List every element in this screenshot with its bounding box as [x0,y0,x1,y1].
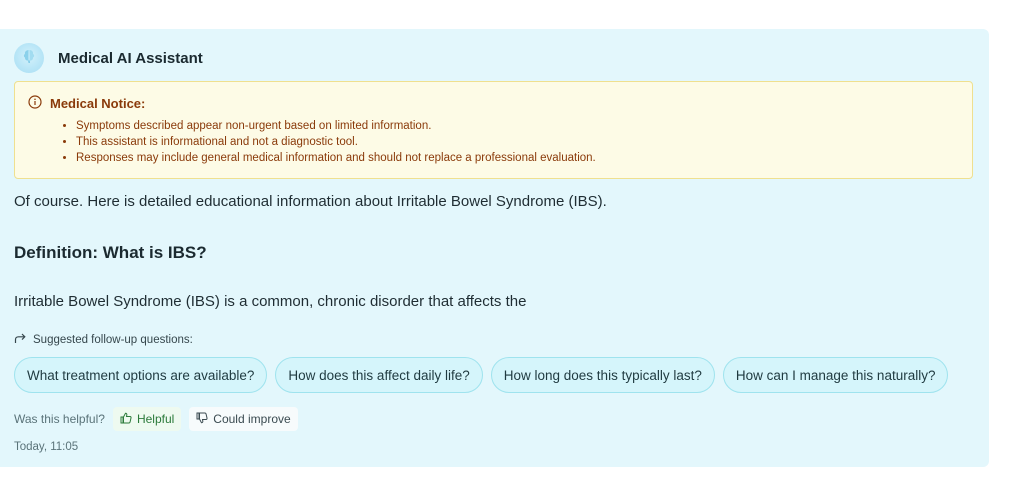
followup-chip-treatment[interactable]: What treatment options are available? [14,357,268,393]
notice-item: This assistant is informational and not … [76,134,958,150]
could-improve-button[interactable]: Could improve [189,407,298,431]
assistant-avatar [14,43,44,73]
notice-title: Medical Notice: [50,96,146,111]
thumbs-down-icon [196,412,208,427]
thumbs-up-icon [120,412,132,427]
followup-heading: Suggested follow-up questions: [14,332,193,347]
could-improve-label: Could improve [213,412,291,426]
message-intro: Of course. Here is detailed educational … [14,193,607,210]
share-arrow-icon [14,332,27,347]
medical-notice: Medical Notice: Symptoms described appea… [14,81,973,179]
helpful-button[interactable]: Helpful [112,407,182,431]
notice-heading: Medical Notice: [28,95,958,112]
message-timestamp: Today, 11:05 [14,441,79,453]
followup-chip-manage-naturally[interactable]: How can I manage this naturally? [722,357,949,393]
assistant-title: Medical AI Assistant [58,49,203,67]
section-heading: Definition: What is IBS? [14,243,207,262]
assistant-message-card: Medical AI Assistant Medical Notice: Sym… [0,29,989,467]
feedback-bar: Was this helpful? Helpful Could improve [14,407,298,431]
followup-label: Suggested follow-up questions: [33,333,193,346]
notice-list: Symptoms described appear non-urgent bas… [28,118,958,166]
followup-chips: What treatment options are available? Ho… [14,357,949,393]
message-header: Medical AI Assistant [14,43,203,73]
helpful-label: Helpful [136,412,175,426]
info-icon [28,95,42,112]
notice-item: Symptoms described appear non-urgent bas… [76,118,958,134]
feedback-label: Was this helpful? [14,412,105,426]
followup-chip-duration[interactable]: How long does this typically last? [490,357,715,393]
followup-chip-daily-life[interactable]: How does this affect daily life? [275,357,483,393]
brain-icon [20,47,38,70]
notice-item: Responses may include general medical in… [76,150,958,166]
message-paragraph: Irritable Bowel Syndrome (IBS) is a comm… [14,293,527,310]
